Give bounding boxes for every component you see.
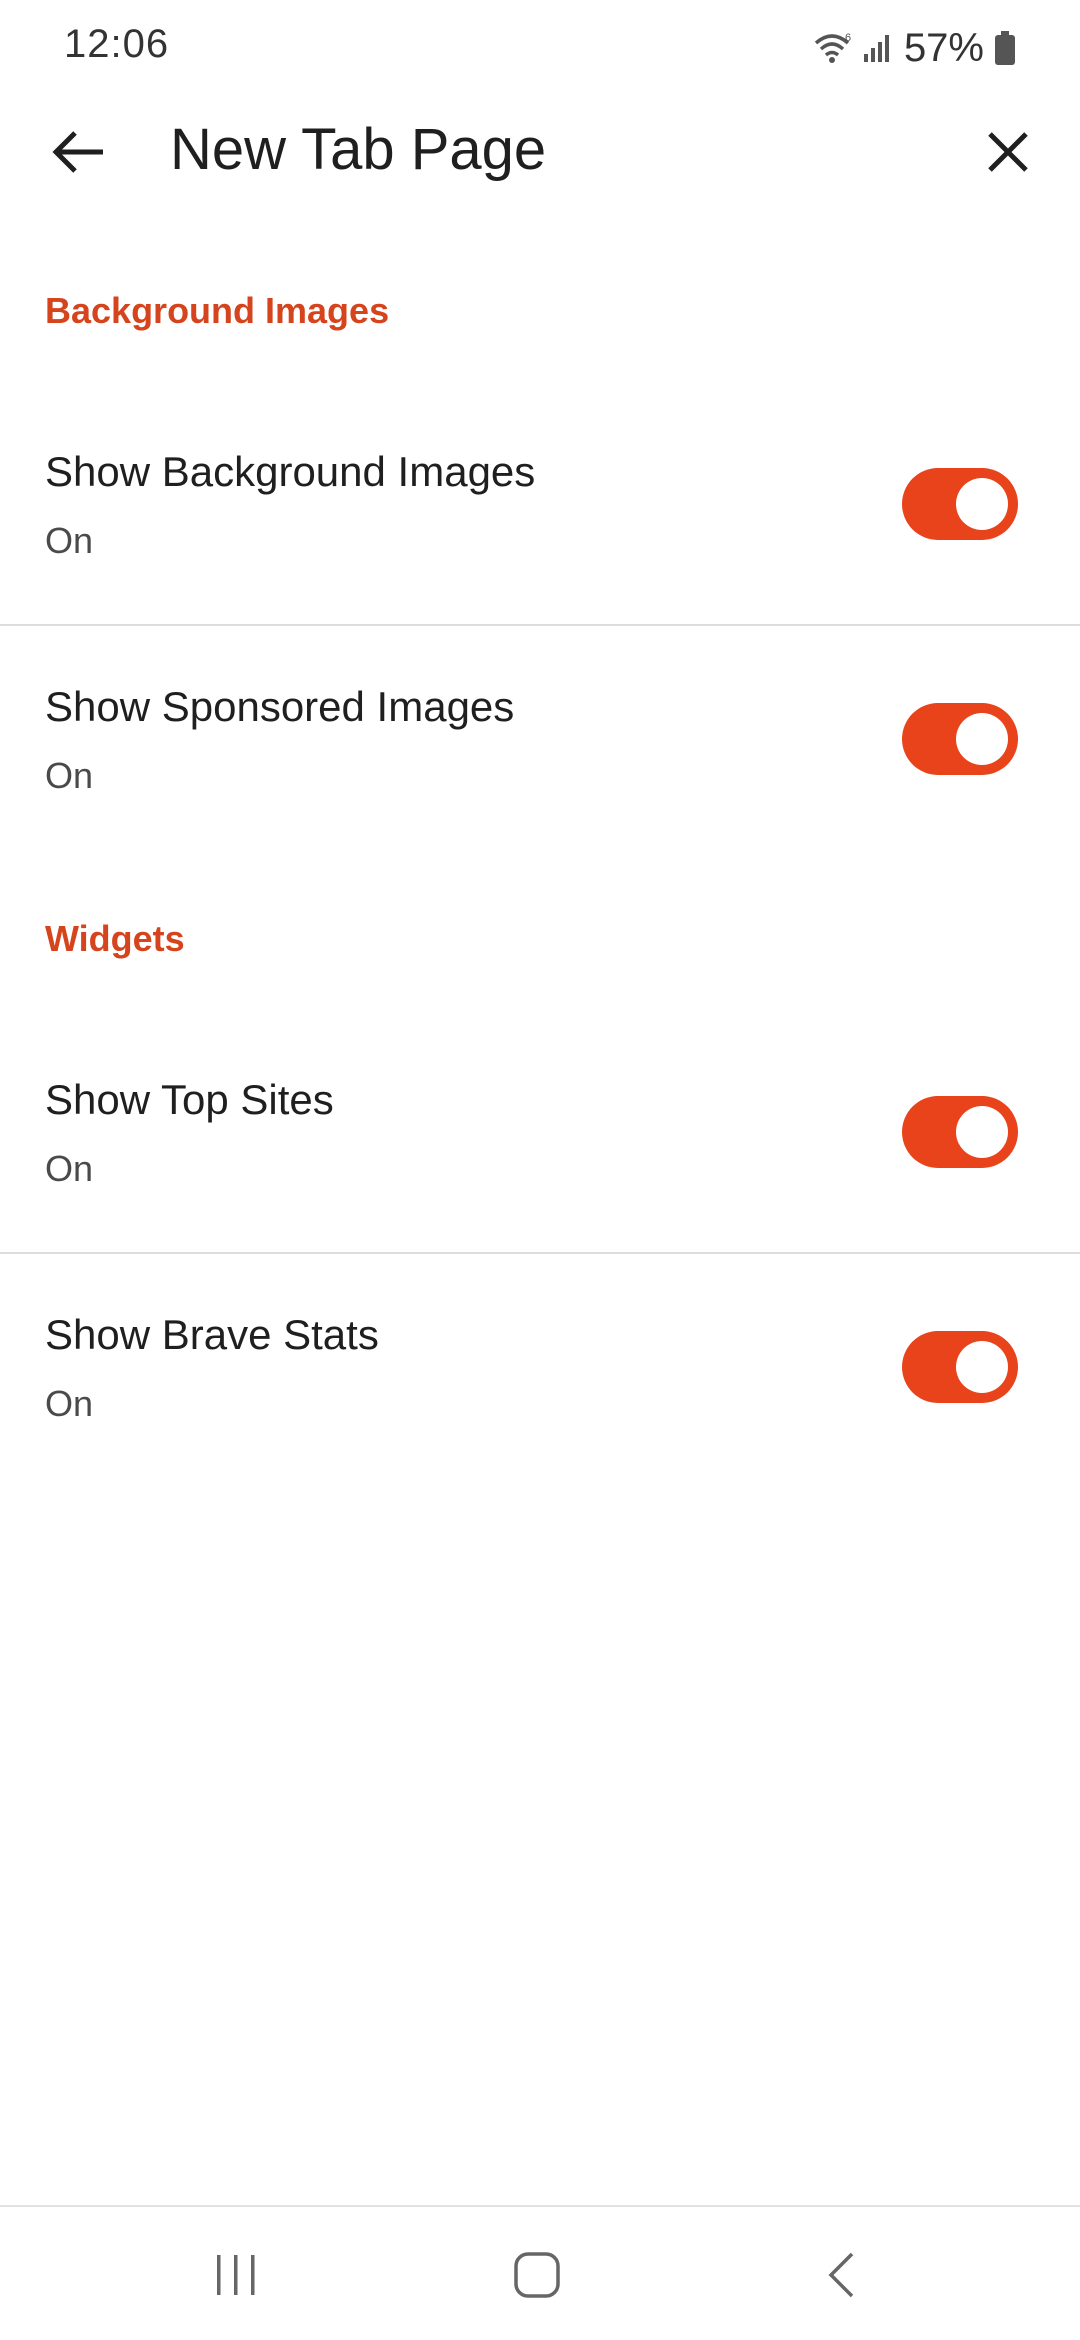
divider <box>0 624 1080 626</box>
setting-show-background-images[interactable]: Show Background Images On <box>0 448 1080 648</box>
status-bar: 12:06 6 57% <box>0 0 1080 96</box>
setting-summary: On <box>45 520 94 561</box>
back-button[interactable] <box>40 116 116 192</box>
setting-summary: On <box>45 1148 94 1189</box>
setting-summary: On <box>45 755 94 796</box>
section-header-background-images: Background Images <box>45 290 390 331</box>
arrow-left-icon <box>51 129 105 180</box>
status-time: 12:06 <box>64 22 170 66</box>
setting-show-brave-stats[interactable]: Show Brave Stats On <box>0 1311 1080 1511</box>
setting-title: Show Background Images <box>45 448 536 495</box>
home-button[interactable] <box>497 2237 577 2317</box>
status-icons: 6 57% <box>812 22 1016 74</box>
toggle-knob <box>956 1106 1008 1158</box>
back-icon <box>824 2251 858 2304</box>
recent-apps-icon <box>213 2253 259 2302</box>
toolbar: New Tab Page <box>0 96 1080 206</box>
recent-apps-button[interactable] <box>196 2237 276 2317</box>
toggle-show-background-images[interactable] <box>902 468 1018 540</box>
page-title: New Tab Page <box>170 117 547 182</box>
toggle-knob <box>956 1341 1008 1393</box>
divider <box>0 1252 1080 1254</box>
toggle-show-brave-stats[interactable] <box>902 1331 1018 1403</box>
setting-title: Show Sponsored Images <box>45 683 515 730</box>
setting-title: Show Brave Stats <box>45 1311 379 1358</box>
signal-icon <box>862 32 894 64</box>
battery-level: 57% <box>903 25 984 70</box>
home-icon <box>513 2251 561 2304</box>
system-nav-bar <box>0 2207 1080 2340</box>
toggle-show-top-sites[interactable] <box>902 1096 1018 1168</box>
setting-title: Show Top Sites <box>45 1076 334 1123</box>
close-icon <box>986 130 1030 179</box>
toggle-show-sponsored-images[interactable] <box>902 703 1018 775</box>
wifi-icon: 6 <box>812 31 852 65</box>
svg-text:6: 6 <box>845 32 851 44</box>
setting-show-sponsored-images[interactable]: Show Sponsored Images On <box>0 683 1080 883</box>
setting-summary: On <box>45 1383 94 1424</box>
toggle-knob <box>956 478 1008 530</box>
close-button[interactable] <box>970 116 1046 192</box>
battery-icon <box>994 30 1016 66</box>
setting-show-top-sites[interactable]: Show Top Sites On <box>0 1076 1080 1276</box>
nav-back-button[interactable] <box>801 2237 881 2317</box>
toggle-knob <box>956 713 1008 765</box>
section-header-widgets: Widgets <box>45 918 185 959</box>
